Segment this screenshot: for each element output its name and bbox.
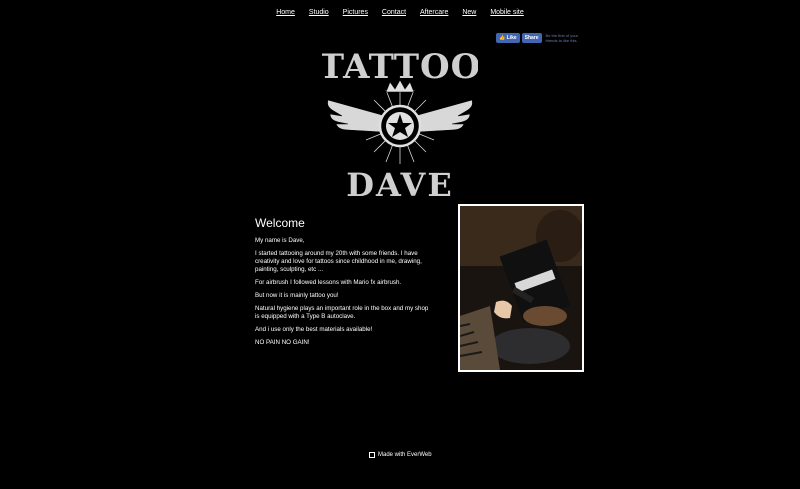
paragraph-intro: My name is Dave, xyxy=(255,237,305,244)
paragraph-hygiene: Natural hygiene plays an important role … xyxy=(255,305,429,320)
welcome-section: Welcome My name is Dave, I started tatto… xyxy=(255,216,433,352)
paragraph-slogan: NO PAIN NO GAIN! xyxy=(255,339,310,346)
nav-pictures[interactable]: Pictures xyxy=(343,9,368,16)
facebook-social-text: Be the first of your friends to like thi… xyxy=(545,33,579,43)
nav-mobile-site[interactable]: Mobile site xyxy=(490,9,523,16)
paragraph-airbrush: For airbrush I followed lessons with Mar… xyxy=(255,279,402,286)
tattoo-artist-photo xyxy=(458,204,584,372)
facebook-share-button[interactable]: Share xyxy=(521,33,542,43)
footer-text: Made with EverWeb xyxy=(378,452,432,458)
nav-studio[interactable]: Studio xyxy=(309,9,329,16)
facebook-widget: 👍 Like Share Be the first of your friend… xyxy=(496,33,590,43)
paragraph-tattoo: But now it is mainly tattoo you! xyxy=(255,292,339,299)
nav-new[interactable]: New xyxy=(462,9,476,16)
tattoo-dave-logo: TATTOO DAVE xyxy=(319,42,481,204)
logo-line2: DAVE xyxy=(346,166,453,204)
paragraph-history: I started tattooing around my 20th with … xyxy=(255,250,422,273)
welcome-title: Welcome xyxy=(255,216,305,230)
everweb-icon xyxy=(369,452,375,458)
facebook-like-button[interactable]: 👍 Like xyxy=(496,33,520,43)
thumbs-up-icon: 👍 xyxy=(499,35,506,41)
nav-contact[interactable]: Contact xyxy=(382,9,406,16)
nav-aftercare[interactable]: Aftercare xyxy=(420,9,448,16)
main-nav: Home Studio Pictures Contact Aftercare N… xyxy=(0,9,800,16)
paragraph-materials: And i use only the best materials availa… xyxy=(255,326,373,333)
everweb-credit[interactable]: Made with EverWeb xyxy=(369,452,432,458)
nav-home[interactable]: Home xyxy=(276,9,295,16)
